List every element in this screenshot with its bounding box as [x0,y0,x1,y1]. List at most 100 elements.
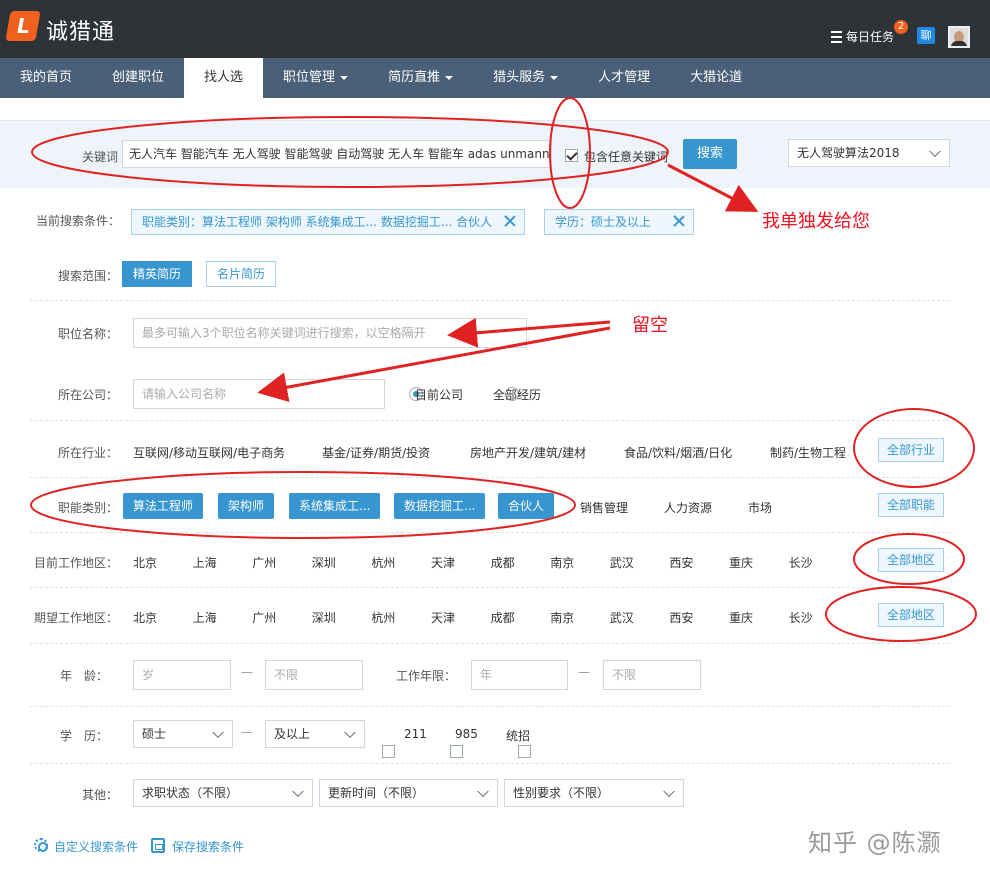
nav-item-6[interactable]: 人才管理 [578,58,670,98]
function-tag[interactable]: 系统集成工... [289,493,381,519]
industry-option[interactable]: 食品/饮料/烟酒/日化 [624,444,732,461]
city-option[interactable]: 广州 [252,554,276,571]
job-status-value: 求职状态（不限） [142,786,239,800]
age-to-input[interactable]: 不限 [265,660,363,690]
condition-tag-education[interactable]: 学历：硕士及以上 [544,209,694,235]
city-option[interactable]: 深圳 [312,609,336,626]
divider [30,477,950,478]
nav-item-label: 职位管理 [283,70,336,85]
city-option[interactable]: 武汉 [610,609,634,626]
save-conditions-link[interactable]: 保存搜索条件 [172,838,244,855]
years-from-input[interactable]: 年 [471,660,568,690]
education-to-value: 及以上 [274,727,311,741]
chevron-down-icon [344,726,356,739]
city-option[interactable]: 深圳 [312,554,336,571]
current-location-label: 目前工作地区： [34,556,119,570]
scope-label: 搜索范围： [58,269,119,283]
industry-option[interactable]: 制药/生物工程 [770,444,846,461]
chat-icon[interactable]: 聊 [917,27,935,44]
function-option[interactable]: 市场 [748,499,772,516]
city-option[interactable]: 武汉 [610,554,634,571]
industry-option[interactable]: 基金/证券/期货/投资 [322,444,430,461]
city-option[interactable]: 重庆 [729,554,753,571]
city-option[interactable]: 北京 [133,554,157,571]
company-input[interactable]: 请输入公司名称 [133,379,385,409]
all-industries-button[interactable]: 全部行业 [878,438,945,462]
function-tag[interactable]: 架构师 [218,493,275,519]
nav-item-5[interactable]: 猎头服务 [473,58,578,98]
age-range-dash: — [241,665,253,679]
nav-item-2[interactable]: 找人选 [184,58,264,98]
divider [30,532,950,533]
checkbox-985[interactable] [449,745,463,758]
keyword-input[interactable]: 无人汽车 智能汽车 无人驾驶 智能驾驶 自动驾驶 无人车 智能车 adas un… [122,140,552,168]
function-tag[interactable]: 算法工程师 [123,493,204,519]
city-option[interactable]: 重庆 [729,609,753,626]
logo-text[interactable]: 诚猎通 [46,14,115,46]
nav-item-4[interactable]: 简历直推 [368,58,473,98]
function-option[interactable]: 销售管理 [580,499,628,516]
city-option[interactable]: 南京 [550,554,574,571]
all-expected-locations-button[interactable]: 全部地区 [878,603,945,627]
daily-task-label: 每日任务 [846,30,895,44]
city-option[interactable]: 杭州 [371,554,395,571]
daily-task-link[interactable]: 每日任务 [828,28,894,45]
education-from-select[interactable]: 硕士 [133,720,233,748]
city-option[interactable]: 长沙 [789,609,813,626]
years-to-input[interactable]: 不限 [603,660,701,690]
custom-conditions-link[interactable]: 自定义搜索条件 [54,838,138,855]
search-button[interactable]: 搜索 [683,139,737,169]
city-option[interactable]: 上海 [193,609,217,626]
divider [30,706,950,707]
radio-all-experience-label: 全部经历 [493,388,542,402]
divider [30,300,950,301]
city-option[interactable]: 长沙 [789,554,813,571]
city-option[interactable]: 天津 [431,609,455,626]
gear-icon [34,838,48,852]
industry-label: 所在行业： [58,446,119,460]
logo-icon[interactable]: L [5,11,41,41]
industry-option[interactable]: 房地产开发/建筑/建材 [470,444,586,461]
nav-item-0[interactable]: 我的首页 [0,58,92,98]
function-tag[interactable]: 数据挖掘工... [394,493,486,519]
city-option[interactable]: 杭州 [371,609,395,626]
checkbox-211[interactable] [382,745,395,758]
condition-tag-function[interactable]: 职能类别：算法工程师 架构师 系统集成工... 数据挖掘工... 合伙人 [131,209,525,235]
job-status-select[interactable]: 求职状态（不限） [133,779,313,807]
nav-item-3[interactable]: 职位管理 [263,58,368,98]
saved-search-select[interactable]: 无人驾驶算法2018 [788,139,950,167]
function-tag[interactable]: 合伙人 [498,493,555,519]
city-option[interactable]: 北京 [133,609,157,626]
city-option[interactable]: 成都 [491,609,515,626]
nav-item-7[interactable]: 大猎论道 [670,58,762,98]
all-current-locations-button[interactable]: 全部地区 [878,548,945,572]
city-option[interactable]: 广州 [252,609,276,626]
industry-option[interactable]: 互联网/移动互联网/电子商务 [133,444,285,461]
nav-item-label: 我的首页 [20,70,73,85]
city-option[interactable]: 成都 [491,554,515,571]
city-option[interactable]: 西安 [669,609,693,626]
city-option[interactable]: 南京 [550,609,574,626]
checkbox-unified-enrollment[interactable] [517,745,531,758]
save-icon [151,838,165,853]
city-option[interactable]: 天津 [431,554,455,571]
age-from-input[interactable]: 岁 [133,660,231,690]
avatar[interactable] [948,26,970,48]
job-title-input[interactable]: 最多可输入3个职位名称关键词进行搜索，以空格隔开 [133,318,527,348]
city-option[interactable]: 上海 [193,554,217,571]
age-label: 年 龄： [60,669,109,683]
city-option[interactable]: 西安 [669,554,693,571]
education-to-select[interactable]: 及以上 [265,720,365,748]
scope-card-resume[interactable]: 名片简历 [206,261,277,287]
close-icon[interactable] [673,215,685,227]
include-any-checkbox[interactable] [565,149,578,162]
nav-item-1[interactable]: 创建职位 [92,58,184,98]
checkbox-unified-enrollment-label: 统招 [506,729,531,743]
update-time-select[interactable]: 更新时间（不限） [319,779,498,807]
close-icon[interactable] [504,215,516,227]
all-functions-button[interactable]: 全部职能 [878,493,945,517]
scope-elite-resume[interactable]: 精英简历 [122,261,193,287]
education-from-value: 硕士 [142,727,167,741]
gender-select[interactable]: 性别要求（不限） [504,779,684,807]
function-option[interactable]: 人力资源 [664,499,712,516]
